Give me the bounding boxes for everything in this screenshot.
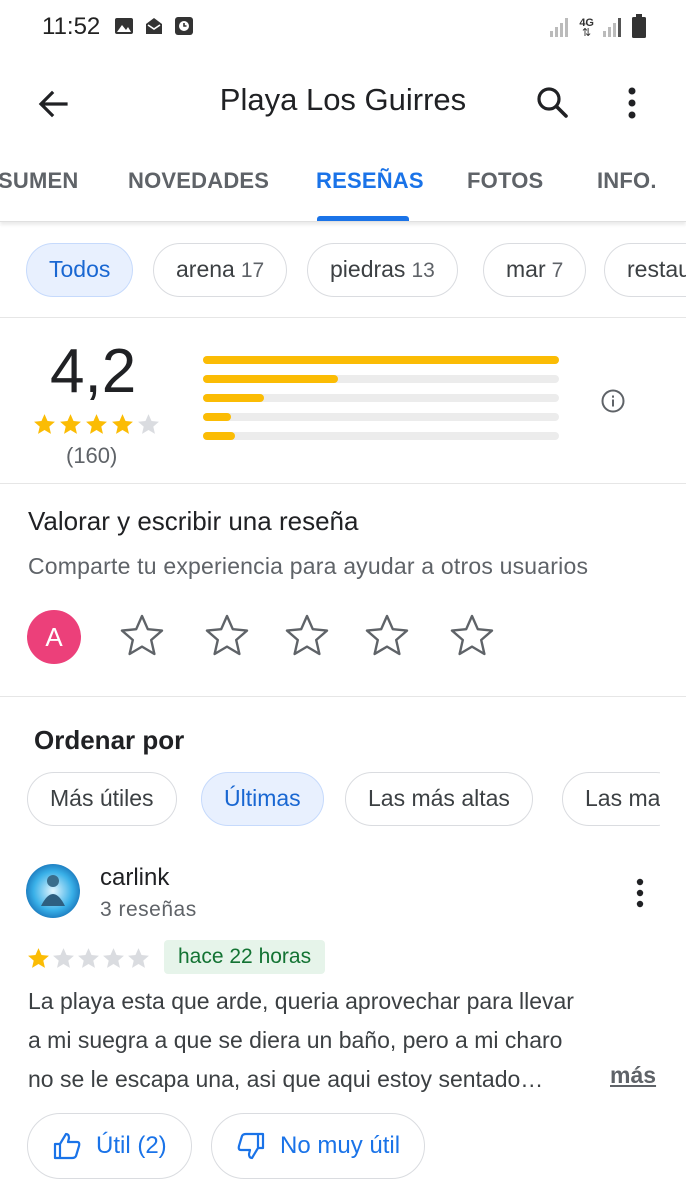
tab-resenas[interactable]: RESEÑAS	[316, 168, 424, 194]
write-review-title: Valorar y escribir una reseña	[28, 506, 359, 536]
reviewer-photo	[26, 864, 80, 918]
chip-label: Todos	[49, 256, 111, 282]
star-empty-icon	[78, 948, 99, 968]
tab-fotos[interactable]: FOTOS	[467, 168, 543, 194]
rating-bar-fill	[203, 356, 559, 364]
reviewer-avatar[interactable]	[26, 864, 80, 918]
network-type-icon: 4G ⇅	[579, 17, 594, 39]
chip-count: 7	[551, 259, 564, 282]
star-empty-icon	[103, 948, 124, 968]
image-icon	[115, 18, 133, 34]
sort-title: Ordenar por	[34, 725, 185, 755]
thumbs-down-icon	[237, 1132, 265, 1160]
review-text-line: a mi suegra a que se diera un baño, pero…	[28, 1027, 563, 1053]
rating-bar-fill	[203, 432, 236, 440]
sort-chip-mas-altas[interactable]: Las más altas	[345, 772, 533, 826]
rate-star-3-icon[interactable]	[283, 612, 331, 660]
system-status-icons: 4G ⇅	[549, 14, 646, 39]
notification-icons	[114, 16, 194, 36]
chip-label: piedras	[330, 256, 406, 282]
tab-novedades[interactable]: NOVEDADES	[128, 168, 269, 194]
divider	[0, 317, 686, 318]
signal-icon-2	[603, 18, 621, 37]
star-empty-icon	[53, 948, 74, 968]
rating-bar-3	[203, 394, 559, 402]
rate-star-5-icon[interactable]	[448, 612, 496, 660]
page-title: Playa Los Guirres	[219, 82, 467, 117]
topic-chip-restaurante[interactable]: restau	[604, 243, 686, 297]
rating-bar-fill	[203, 375, 339, 383]
review-more-options-icon[interactable]	[626, 876, 654, 910]
tab-bar: SUMEN NOVEDADES RESEÑAS FOTOS INFO.	[0, 146, 686, 222]
rating-bar-4	[203, 375, 559, 383]
review-text-line: La playa esta que arde, queria aprovecha…	[28, 988, 574, 1014]
topic-chip-todos[interactable]: Todos	[26, 243, 134, 297]
sort-chip-mas-utiles[interactable]: Más útiles	[27, 772, 177, 826]
review-text: La playa esta que arde, queria aprovecha…	[28, 982, 660, 1099]
active-tab-indicator	[317, 216, 409, 221]
not-helpful-button[interactable]: No muy útil	[211, 1113, 426, 1179]
status-time: 11:52	[42, 13, 101, 40]
rate-star-4-icon[interactable]	[363, 612, 411, 660]
app-bar: Playa Los Guirres	[0, 56, 686, 146]
mail-icon	[146, 18, 162, 34]
divider	[0, 483, 686, 484]
star-filled-icon	[60, 414, 81, 434]
write-review-subtitle: Comparte tu experiencia para ayudar a ot…	[28, 553, 589, 579]
rating-distribution	[203, 356, 559, 451]
read-more-link[interactable]: más	[610, 1062, 656, 1089]
star-empty-icon	[128, 948, 149, 968]
chip-count: 13	[411, 259, 435, 282]
rating-count: (160)	[66, 443, 118, 468]
chip-label: mar	[506, 256, 546, 282]
rating-bar-5	[203, 356, 559, 364]
more-options-icon[interactable]	[612, 80, 652, 126]
search-icon[interactable]	[530, 80, 576, 126]
rate-star-1-icon[interactable]	[118, 612, 166, 660]
star-empty-icon	[138, 414, 159, 434]
signal-icon	[550, 18, 569, 37]
topic-chip-piedras[interactable]: piedras 13	[307, 243, 458, 297]
helpful-button[interactable]: Útil (2)	[27, 1113, 192, 1179]
chip-label: restau	[627, 256, 686, 282]
not-helpful-label: No muy útil	[280, 1132, 401, 1159]
status-bar: 11:52 4G ⇅	[0, 0, 686, 56]
battery-icon	[632, 14, 646, 38]
sort-chips: Más útiles Últimas Las más altas Las ma	[0, 772, 660, 828]
star-filled-icon	[28, 948, 49, 968]
review-stars	[26, 946, 151, 971]
sort-chip-ultimas[interactable]: Últimas	[201, 772, 324, 826]
review-text-line: no se le escapa una, asi que aqui estoy …	[28, 1066, 544, 1092]
helpful-label: Útil (2)	[96, 1132, 167, 1159]
topic-chip-mar[interactable]: mar 7	[483, 243, 587, 297]
divider	[0, 696, 686, 697]
rate-star-2-icon[interactable]	[203, 612, 251, 660]
info-icon[interactable]	[600, 388, 626, 414]
rating-score: 4,2	[50, 337, 137, 406]
rating-bar-2	[203, 413, 559, 421]
rating-stars	[32, 412, 161, 437]
rating-bar-fill	[203, 413, 232, 421]
rating-bar-1	[203, 432, 559, 440]
clock-app-icon	[175, 17, 193, 35]
review-time-badge: hace 22 horas	[164, 940, 326, 974]
thumbs-up-icon	[53, 1132, 81, 1160]
reviewer-name[interactable]: carlink	[100, 864, 169, 892]
chip-count: 17	[240, 259, 265, 282]
chip-label: arena	[176, 256, 235, 282]
star-filled-icon	[86, 414, 107, 434]
star-filled-icon	[34, 414, 55, 434]
rating-bar-fill	[203, 394, 264, 402]
star-filled-icon	[112, 414, 133, 434]
topic-chip-arena[interactable]: arena 17	[153, 243, 288, 297]
user-avatar: A	[27, 610, 81, 664]
tab-info[interactable]: INFO.	[597, 168, 657, 194]
topic-chips: Todos arena 17 piedras 13 mar 7 restau	[0, 243, 686, 299]
sort-chip-mas-bajas[interactable]: Las ma	[562, 772, 660, 826]
reviewer-review-count: 3 reseñas	[100, 898, 197, 921]
tab-resumen[interactable]: SUMEN	[0, 168, 78, 194]
